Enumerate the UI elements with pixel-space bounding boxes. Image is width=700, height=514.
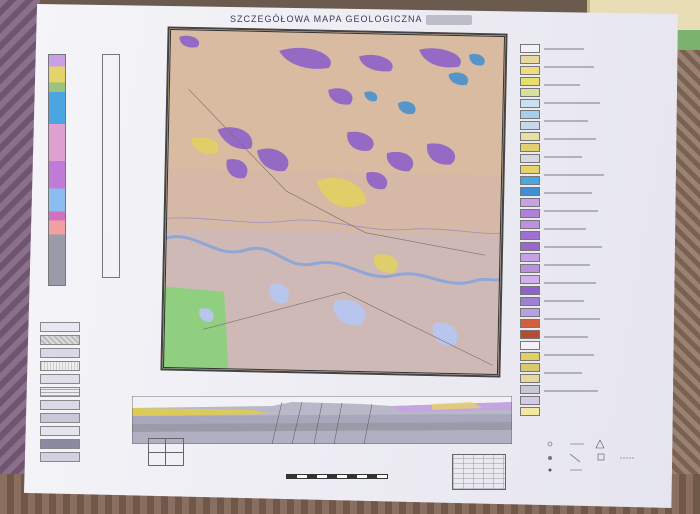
sheet-table (452, 454, 506, 490)
green-unit (162, 286, 229, 370)
geological-cross-section (132, 396, 512, 444)
stratigraphic-column-right (102, 54, 120, 278)
stamp-mark (426, 15, 472, 25)
geological-map-drawing (162, 28, 506, 376)
geological-map-frame[interactable] (160, 26, 508, 378)
right-legend-boxes (520, 44, 540, 418)
map-symbols-legend (547, 439, 634, 472)
stratigraphic-column-left (48, 54, 66, 286)
left-legend-patterns (40, 322, 80, 465)
sheet-index-diagram (148, 438, 184, 466)
scale-bar-icon (286, 474, 388, 479)
geological-map-sheet: SZCZEGÓŁOWA MAPA GEOLOGICZNA POLSKI (24, 4, 678, 508)
